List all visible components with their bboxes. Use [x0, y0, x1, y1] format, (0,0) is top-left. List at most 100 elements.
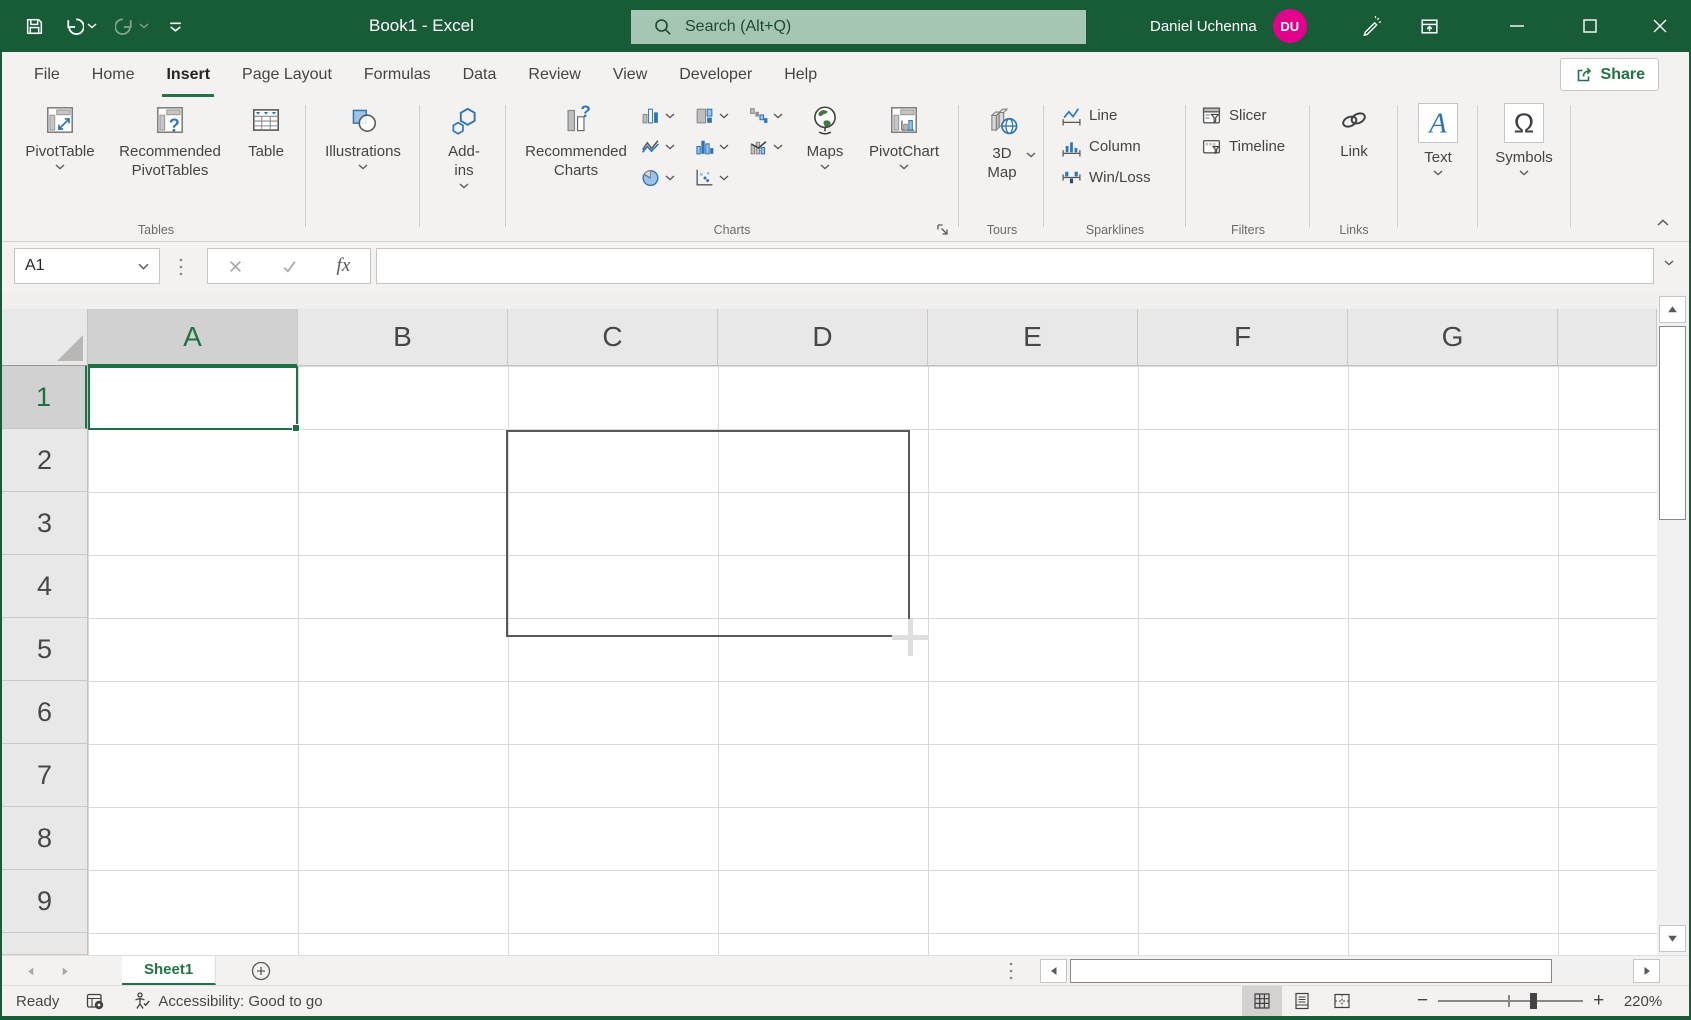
insert-waterfall-chart-button[interactable] [748, 105, 783, 126]
maximize-button[interactable] [1561, 0, 1619, 52]
sheet-tab-sheet1[interactable]: Sheet1 [122, 956, 216, 985]
formula-input[interactable] [376, 248, 1654, 284]
row-header-6[interactable]: 6 [2, 681, 87, 744]
row-header-4[interactable]: 4 [2, 555, 87, 618]
insert-statistic-chart-button[interactable] [694, 136, 729, 157]
name-box-dropdown-icon[interactable] [138, 263, 149, 270]
column-header-a[interactable]: A [88, 309, 298, 365]
scroll-right-button[interactable] [1633, 959, 1660, 983]
scroll-up-button[interactable] [1659, 296, 1686, 323]
row-header-5[interactable]: 5 [2, 618, 87, 681]
row-header-3[interactable]: 3 [2, 492, 87, 555]
page-break-preview-button[interactable] [1322, 986, 1362, 1016]
row-header-1[interactable]: 1 [2, 366, 87, 429]
row-header-7[interactable]: 7 [2, 744, 87, 807]
maps-button[interactable]: Maps [797, 103, 853, 170]
new-sheet-button[interactable] [250, 960, 272, 982]
redo-button[interactable] [115, 16, 149, 37]
page-layout-view-button[interactable] [1282, 986, 1322, 1016]
share-button[interactable]: Share [1560, 58, 1659, 91]
tab-developer[interactable]: Developer [663, 52, 768, 97]
row-header-partial[interactable] [2, 933, 87, 955]
collapse-ribbon-chevron-icon[interactable] [1657, 219, 1669, 226]
formula-bar-handle-dots-icon[interactable] [178, 256, 184, 278]
zoom-out-button[interactable]: − [1417, 990, 1428, 1012]
column-header-c[interactable]: C [508, 309, 718, 365]
tab-file[interactable]: File [18, 52, 76, 97]
next-sheet-button[interactable] [59, 965, 72, 978]
addins-button[interactable]: Add-ins [435, 103, 493, 189]
scroll-down-button[interactable] [1659, 925, 1686, 952]
slicer-button[interactable]: Slicer [1201, 105, 1267, 126]
ribbon-display-options-icon[interactable] [1419, 16, 1440, 37]
previous-sheet-button[interactable] [24, 965, 37, 978]
text-button[interactable]: Text [1411, 103, 1465, 176]
account-area[interactable]: Daniel Uchenna DU [1150, 0, 1307, 52]
horizontal-scrollbar[interactable] [1040, 959, 1660, 984]
normal-view-button[interactable] [1242, 986, 1282, 1016]
tab-insert[interactable]: Insert [150, 52, 226, 97]
minimize-button[interactable] [1488, 0, 1546, 52]
column-header-e[interactable]: E [928, 309, 1138, 365]
insert-scatter-chart-button[interactable] [694, 167, 729, 188]
insert-combo-chart-button[interactable] [748, 136, 783, 157]
zoom-slider[interactable] [1438, 1000, 1583, 1002]
sparkline-line-button[interactable]: Line [1061, 105, 1117, 126]
tab-bar-resize-dots-icon[interactable] [1008, 960, 1014, 982]
name-box[interactable]: A1 [14, 248, 160, 284]
link-button[interactable]: Link [1327, 103, 1381, 161]
3d-map-button[interactable]: 3D Map [974, 103, 1030, 182]
customize-quick-access-toolbar-button[interactable] [167, 18, 184, 35]
fill-handle[interactable] [292, 424, 300, 432]
active-cell-selection[interactable] [88, 366, 298, 430]
pivotchart-button[interactable]: PivotChart [861, 103, 947, 170]
chart-placement-rectangle[interactable] [506, 430, 910, 637]
timeline-button[interactable]: Timeline [1201, 136, 1285, 157]
tab-formulas[interactable]: Formulas [348, 52, 447, 97]
save-button[interactable] [24, 16, 45, 37]
symbols-button[interactable]: Symbols [1491, 103, 1557, 176]
row-header-8[interactable]: 8 [2, 807, 87, 870]
illustrations-button[interactable]: Illustrations [313, 103, 413, 170]
avatar[interactable]: DU [1273, 9, 1307, 43]
column-header-g[interactable]: G [1348, 309, 1558, 365]
enter-check-icon[interactable] [282, 259, 297, 274]
zoom-in-button[interactable]: + [1593, 990, 1604, 1012]
tab-review[interactable]: Review [512, 52, 596, 97]
table-button[interactable]: Table [238, 103, 294, 161]
feedback-pen-icon[interactable] [1360, 15, 1383, 38]
insert-function-button[interactable]: fx [337, 255, 351, 277]
vertical-scrollbar[interactable] [1657, 294, 1689, 955]
close-button[interactable] [1631, 0, 1689, 52]
column-header-f[interactable]: F [1138, 309, 1348, 365]
column-header-d[interactable]: D [718, 309, 928, 365]
tab-home[interactable]: Home [76, 52, 151, 97]
expand-formula-bar-chevron-icon[interactable] [1664, 260, 1674, 266]
insert-line-chart-button[interactable] [640, 136, 675, 157]
sparkline-column-button[interactable]: Column [1061, 136, 1141, 157]
recommended-charts-button[interactable]: Recommended Charts [515, 103, 637, 180]
accessibility-status[interactable]: Accessibility: Good to go [131, 991, 322, 1011]
tab-data[interactable]: Data [447, 52, 513, 97]
insert-pie-chart-button[interactable] [640, 167, 675, 188]
zoom-level[interactable]: 220% [1614, 993, 1662, 1010]
column-header-partial[interactable] [1558, 309, 1657, 365]
recommended-pivottables-button[interactable]: Recommended PivotTables [104, 103, 236, 180]
sparkline-winloss-button[interactable]: Win/Loss [1061, 167, 1151, 188]
scroll-left-button[interactable] [1040, 959, 1067, 983]
horizontal-scrollbar-thumb[interactable] [1070, 959, 1552, 983]
vertical-scrollbar-thumb[interactable] [1659, 326, 1686, 520]
pivottable-button[interactable]: PivotTable [16, 103, 104, 170]
charts-dialog-launcher-icon[interactable] [935, 222, 951, 238]
row-header-2[interactable]: 2 [2, 429, 87, 492]
tab-help[interactable]: Help [768, 52, 833, 97]
select-all-corner[interactable] [2, 309, 88, 366]
search-input[interactable]: Search (Alt+Q) [631, 10, 1086, 44]
insert-hierarchy-chart-button[interactable] [694, 105, 729, 126]
column-header-b[interactable]: B [298, 309, 508, 365]
row-header-9[interactable]: 9 [2, 870, 87, 933]
tab-page-layout[interactable]: Page Layout [226, 52, 348, 97]
undo-button[interactable] [63, 16, 97, 37]
tab-view[interactable]: View [597, 52, 663, 97]
macro-recording-button[interactable] [85, 991, 105, 1011]
